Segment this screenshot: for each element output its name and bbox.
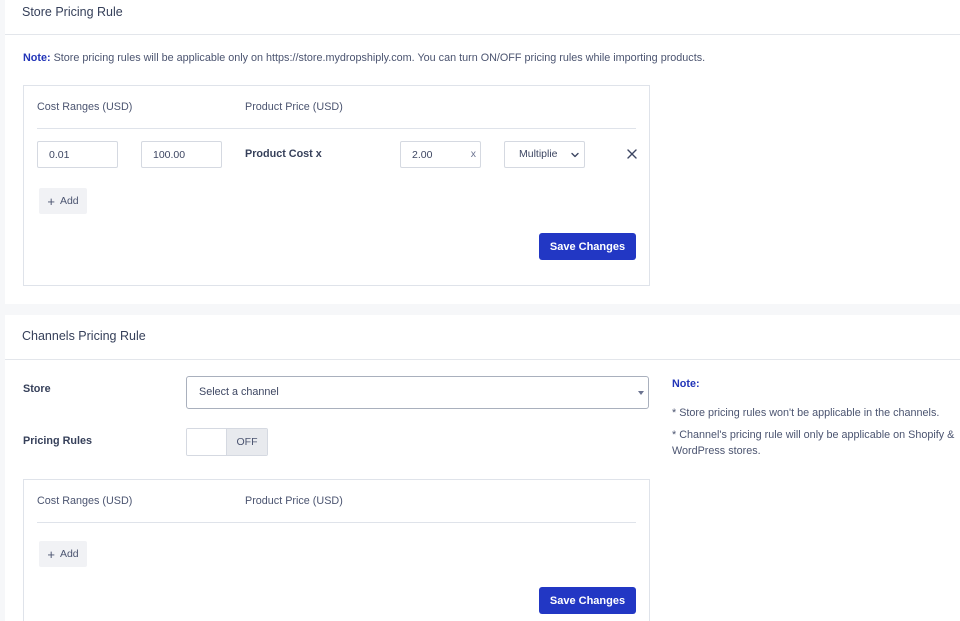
store-pricing-panel: Store Pricing Rule Note: Store pricing r… [5,0,960,304]
note-text: Store pricing rules will be applicable o… [53,52,706,64]
add-rule-button[interactable]: + Add [39,541,87,567]
section-divider [5,34,960,35]
store-pricing-note: Note: Store pricing rules will be applic… [23,52,705,64]
col-cost-ranges: Cost Ranges (USD) [37,495,133,507]
price-factor-input[interactable] [401,142,461,167]
section-divider [5,359,960,360]
operation-value: Multiplie [519,148,558,160]
channel-select[interactable]: Select a channel [186,376,649,409]
store-pricing-title: Store Pricing Rule [22,5,123,19]
price-factor-field[interactable]: x [400,141,481,168]
plus-icon: + [47,193,55,209]
channels-side-note: Note: * Store pricing rules won't be app… [672,376,960,459]
side-note-line: * Channel's pricing rule will only be ap… [672,429,955,457]
chevron-down-icon [571,152,579,158]
add-button-label: Add [59,195,79,207]
channel-rules-box: Cost Ranges (USD) Product Price (USD) + … [23,479,650,621]
col-cost-ranges: Cost Ranges (USD) [37,101,133,113]
save-button[interactable]: Save Changes [539,233,636,260]
caret-down-icon [638,391,644,395]
channels-pricing-panel: Channels Pricing Rule Store Select a cha… [5,315,960,621]
col-product-price: Product Price (USD) [245,101,343,113]
store-label: Store [23,383,51,395]
col-product-price: Product Price (USD) [245,495,343,507]
cost-max-input[interactable] [141,141,222,168]
pricing-rules-label: Pricing Rules [23,435,92,447]
header-divider [37,128,636,129]
cost-min-input[interactable] [37,141,118,168]
toggle-knob [187,429,227,455]
header-divider [37,522,636,523]
add-rule-button[interactable]: + Add [39,188,87,214]
toggle-state: OFF [227,429,267,455]
pricing-rules-toggle[interactable]: OFF [186,428,268,456]
factor-suffix: x [470,148,476,160]
operation-select[interactable]: Multiplie [504,141,585,168]
channel-select-placeholder: Select a channel [199,386,279,398]
close-icon[interactable] [626,148,638,160]
plus-icon: + [47,546,55,562]
product-cost-label: Product Cost x [245,148,322,160]
side-note-line: * Store pricing rules won't be applicabl… [672,407,940,419]
note-label: Note: [23,52,51,64]
add-button-label: Add [59,548,79,560]
store-rules-box: Cost Ranges (USD) Product Price (USD) Pr… [23,85,650,286]
save-button[interactable]: Save Changes [539,587,636,614]
channels-pricing-title: Channels Pricing Rule [22,329,146,343]
side-note-title: Note: [672,378,700,390]
